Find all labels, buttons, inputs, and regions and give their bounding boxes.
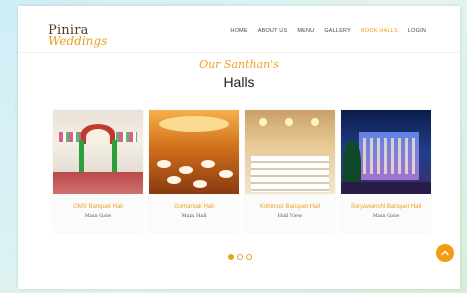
hall-photo[interactable] [53,110,143,194]
halls-carousel: GMS Banquet Hall Main Gate Gomantak Hall… [53,110,431,232]
hall-location: Main Gate [372,213,400,219]
section-title: Halls [223,74,255,90]
carousel-pagination [228,254,252,260]
hall-photo[interactable] [245,110,335,194]
brand-line-2: Weddings [48,34,108,48]
carousel-dot-1[interactable] [228,254,234,260]
hall-photo[interactable] [149,110,239,194]
brand-logo[interactable]: Pinira Weddings [48,24,107,47]
nav-login[interactable]: LOGIN [408,28,426,34]
nav-home[interactable]: HOME [230,28,247,34]
nav-book-halls[interactable]: BOOK HALLS [361,28,398,34]
hall-location: Hall View [277,213,303,219]
hall-location: Main Gate [84,213,112,219]
hall-location: Main Hall [181,213,207,219]
hall-name[interactable]: Gomantak Hall [149,204,239,210]
main-nav: HOME ABOUT US MENU GALLERY BOOK HALLS LO… [230,28,426,34]
hall-card[interactable]: Gomantak Hall Main Hall [149,110,239,232]
nav-gallery[interactable]: GALLERY [324,28,351,34]
nav-menu[interactable]: MENU [297,28,314,34]
hall-card[interactable]: Suryawanshi Banquet Hall Main Gate [341,110,431,232]
hall-name[interactable]: GMS Banquet Hall [53,204,143,210]
hall-name[interactable]: Kohinoor Banquet Hall [245,204,335,210]
hall-card[interactable]: GMS Banquet Hall Main Gate [53,110,143,232]
scroll-to-top-button[interactable] [436,244,454,262]
carousel-dot-3[interactable] [246,254,252,260]
site-header: Pinira Weddings HOME ABOUT US MENU GALLE… [18,6,460,53]
nav-about-us[interactable]: ABOUT US [258,28,288,34]
hall-card[interactable]: Kohinoor Banquet Hall Hall View [245,110,335,232]
section-subtitle: Our Santhan's [199,58,279,71]
hall-name[interactable]: Suryawanshi Banquet Hall [341,204,431,210]
hall-photo[interactable] [341,110,431,194]
carousel-dot-2[interactable] [237,254,243,260]
browser-page: Pinira Weddings HOME ABOUT US MENU GALLE… [18,6,460,289]
